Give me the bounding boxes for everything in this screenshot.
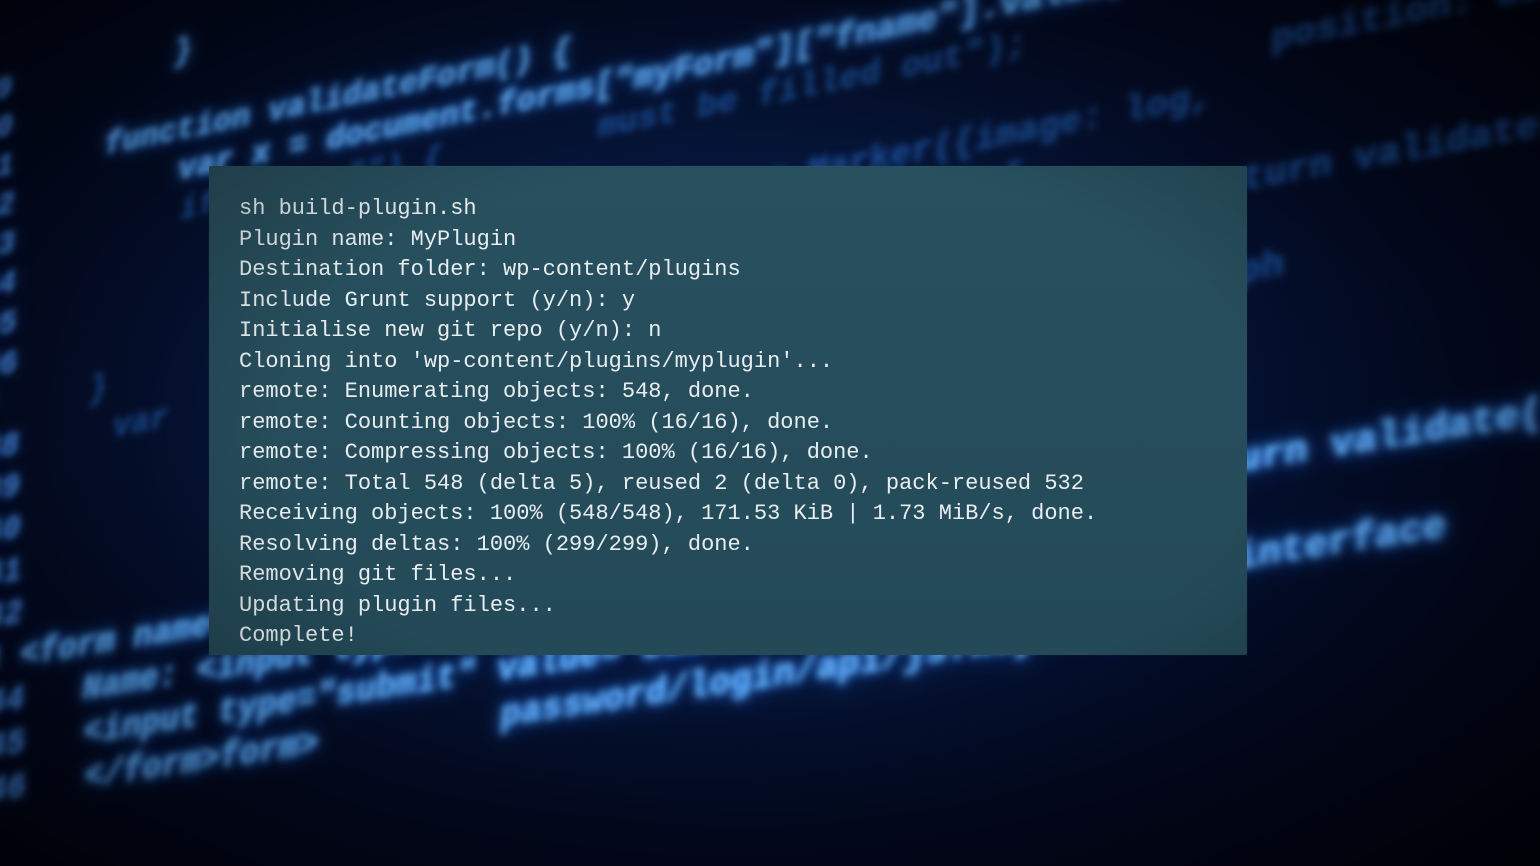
line-number: 42 — [0, 592, 23, 644]
line-number: 33 — [0, 224, 15, 275]
line-number: 46 — [0, 765, 26, 818]
line-number: 45 — [0, 721, 25, 774]
line-number: 29 — [0, 69, 12, 119]
terminal-line: Destination folder: wp-content/plugins — [239, 255, 1217, 286]
terminal-line: Removing git files... — [239, 560, 1217, 591]
terminal-line: Receiving objects: 100% (548/548), 171.5… — [239, 499, 1217, 530]
line-number: 36 — [0, 343, 18, 394]
line-number: 40 — [0, 507, 21, 559]
line-number: 30 — [0, 107, 13, 157]
background-code-line: 29 } — [0, 0, 1540, 119]
terminal-line: sh build-plugin.sh — [239, 194, 1217, 225]
terminal-line: remote: Enumerating objects: 548, done. — [239, 377, 1217, 408]
background-code-line: 30 — [0, 0, 1540, 157]
code-text: } — [31, 31, 193, 103]
terminal-line: remote: Counting objects: 100% (16/16), … — [239, 408, 1217, 439]
terminal-line: Include Grunt support (y/n): y — [239, 286, 1217, 317]
terminal-line: Initialise new git repo (y/n): n — [239, 316, 1217, 347]
terminal-line: Resolving deltas: 100% (299/299), done. — [239, 530, 1217, 561]
line-number: 32 — [0, 184, 15, 235]
terminal-line: remote: Total 548 (delta 5), reused 2 (d… — [239, 469, 1217, 500]
line-number: 34 — [0, 263, 16, 314]
terminal-line: Cloning into 'wp-content/plugins/myplugi… — [239, 347, 1217, 378]
line-number: 44 — [0, 678, 24, 731]
terminal-window[interactable]: sh build-plugin.sh Plugin name: MyPlugin… — [209, 166, 1247, 655]
line-number: 39 — [0, 466, 20, 518]
line-number: 41 — [0, 549, 22, 601]
line-number: 38 — [0, 425, 19, 477]
terminal-line: Updating plugin files... — [239, 591, 1217, 622]
terminal-line: remote: Compressing objects: 100% (16/16… — [239, 438, 1217, 469]
terminal-line: Plugin name: MyPlugin — [239, 225, 1217, 256]
stage: 29 }3031 function validateForm() {32 var… — [0, 0, 1540, 866]
terminal-line: Complete! — [239, 621, 1217, 652]
line-number: 35 — [0, 303, 17, 354]
line-number: 31 — [0, 146, 14, 196]
code-text: function validateForm() { — [33, 31, 574, 180]
